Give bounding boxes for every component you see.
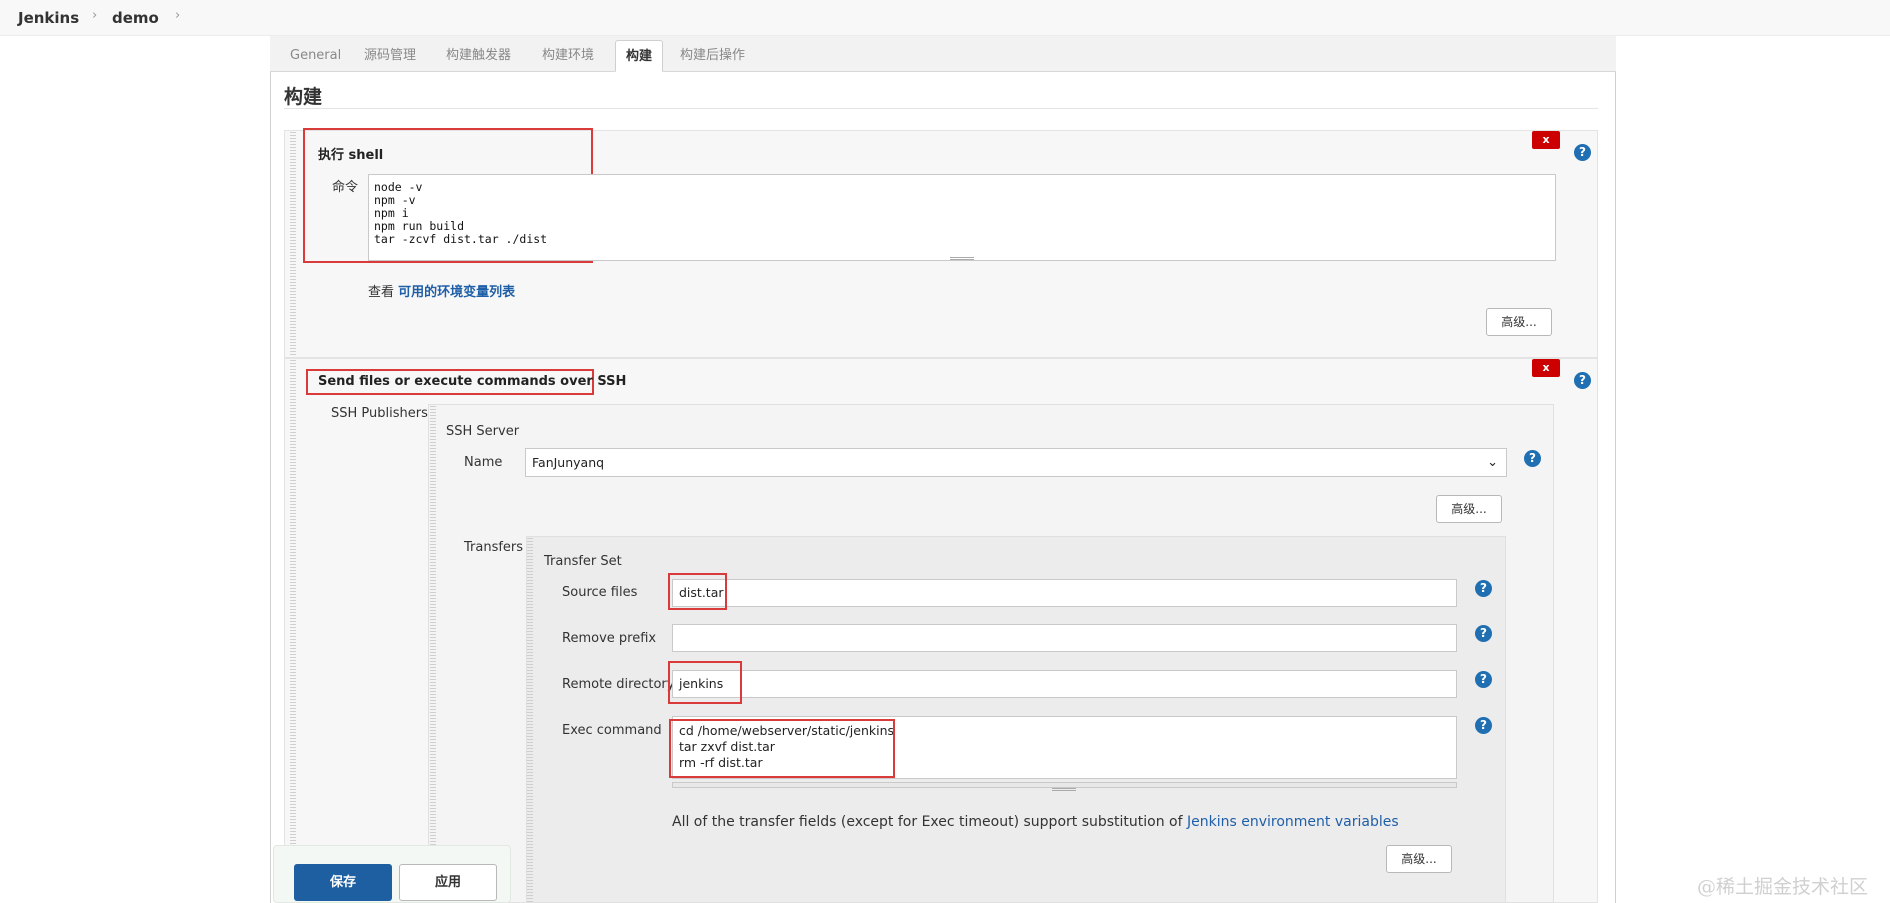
breadcrumb-project[interactable]: demo [112,9,159,27]
drag-handle[interactable] [430,406,436,903]
env-vars-link[interactable]: 可用的环境变量列表 [398,285,515,300]
transfer-advanced-button[interactable]: 高级... [1386,845,1452,873]
drag-handle[interactable] [527,538,533,903]
drag-handle[interactable] [290,132,296,356]
transfer-set-label: Transfer Set [544,554,622,569]
jenkins-env-vars-link[interactable]: Jenkins environment variables [1187,814,1399,830]
name-label: Name [464,455,503,470]
ssh-publishers-label: SSH Publishers [331,406,428,421]
ssh-server-value: FanJunyanq [532,455,605,470]
remote-directory-help-icon[interactable]: ? [1475,671,1492,688]
source-files-input[interactable]: dist.tar [672,579,1457,607]
ssh-help-icon[interactable]: ? [1574,372,1591,389]
source-files-label: Source files [562,585,638,600]
command-textarea[interactable]: node -v npm -v npm i npm run build tar -… [368,174,1556,261]
remove-prefix-help-icon[interactable]: ? [1475,625,1492,642]
exec-command-label: Exec command [562,723,662,738]
resize-grip-icon[interactable] [950,257,974,261]
ssh-server-select[interactable]: FanJunyanq ⌄ [525,448,1507,477]
env-vars-prefix: 查看 [368,285,395,300]
remove-prefix-label: Remove prefix [562,631,657,646]
chevron-down-icon: ⌄ [1487,455,1498,470]
divider [284,108,1598,109]
top-bar [0,0,1890,36]
remove-prefix-input[interactable] [672,624,1457,652]
server-advanced-button[interactable]: 高级... [1436,495,1502,523]
ssh-step-title: Send files or execute commands over SSH [318,374,627,389]
highlight-box [669,719,895,778]
breadcrumb-jenkins[interactable]: Jenkins [18,9,79,27]
breadcrumb-separator[interactable]: › [92,8,97,23]
shell-step-title: 执行 shell [318,148,384,163]
save-button[interactable]: 保存 [294,864,392,901]
delete-shell-step-button[interactable]: x [1532,131,1560,149]
tab-source-control[interactable]: 源码管理 [354,40,426,72]
env-vars-hint: 查看 可用的环境变量列表 [368,281,515,300]
exec-command-help-icon[interactable]: ? [1475,717,1492,734]
highlight-box [668,661,742,704]
breadcrumb-separator[interactable]: › [175,8,180,23]
tab-general[interactable]: General [280,40,351,72]
tab-build[interactable]: 构建 [615,40,664,72]
command-label: 命令 [332,180,359,195]
highlight-box [668,573,727,610]
watermark: @稀土掘金技术社区 [1696,876,1868,898]
shell-advanced-button[interactable]: 高级... [1486,308,1552,336]
shell-help-icon[interactable]: ? [1574,144,1591,161]
delete-ssh-step-button[interactable]: x [1532,359,1560,377]
section-title: 构建 [284,86,323,108]
source-files-help-icon[interactable]: ? [1475,580,1492,597]
name-help-icon[interactable]: ? [1524,450,1541,467]
apply-button[interactable]: 应用 [399,864,497,901]
transfers-label: Transfers [464,540,524,555]
drag-handle[interactable] [290,360,296,903]
tab-build-environment[interactable]: 构建环境 [532,40,604,72]
transfer-note: All of the transfer fields (except for E… [672,814,1399,830]
tab-post-build[interactable]: 构建后操作 [670,40,755,72]
remote-directory-label: Remote directory [562,677,675,692]
tab-build-triggers[interactable]: 构建触发器 [436,40,521,72]
ssh-server-label: SSH Server [446,424,520,439]
resize-grip-icon[interactable] [1052,788,1076,792]
remote-directory-input[interactable]: jenkins [672,670,1457,698]
transfer-note-text: All of the transfer fields (except for E… [672,814,1183,830]
